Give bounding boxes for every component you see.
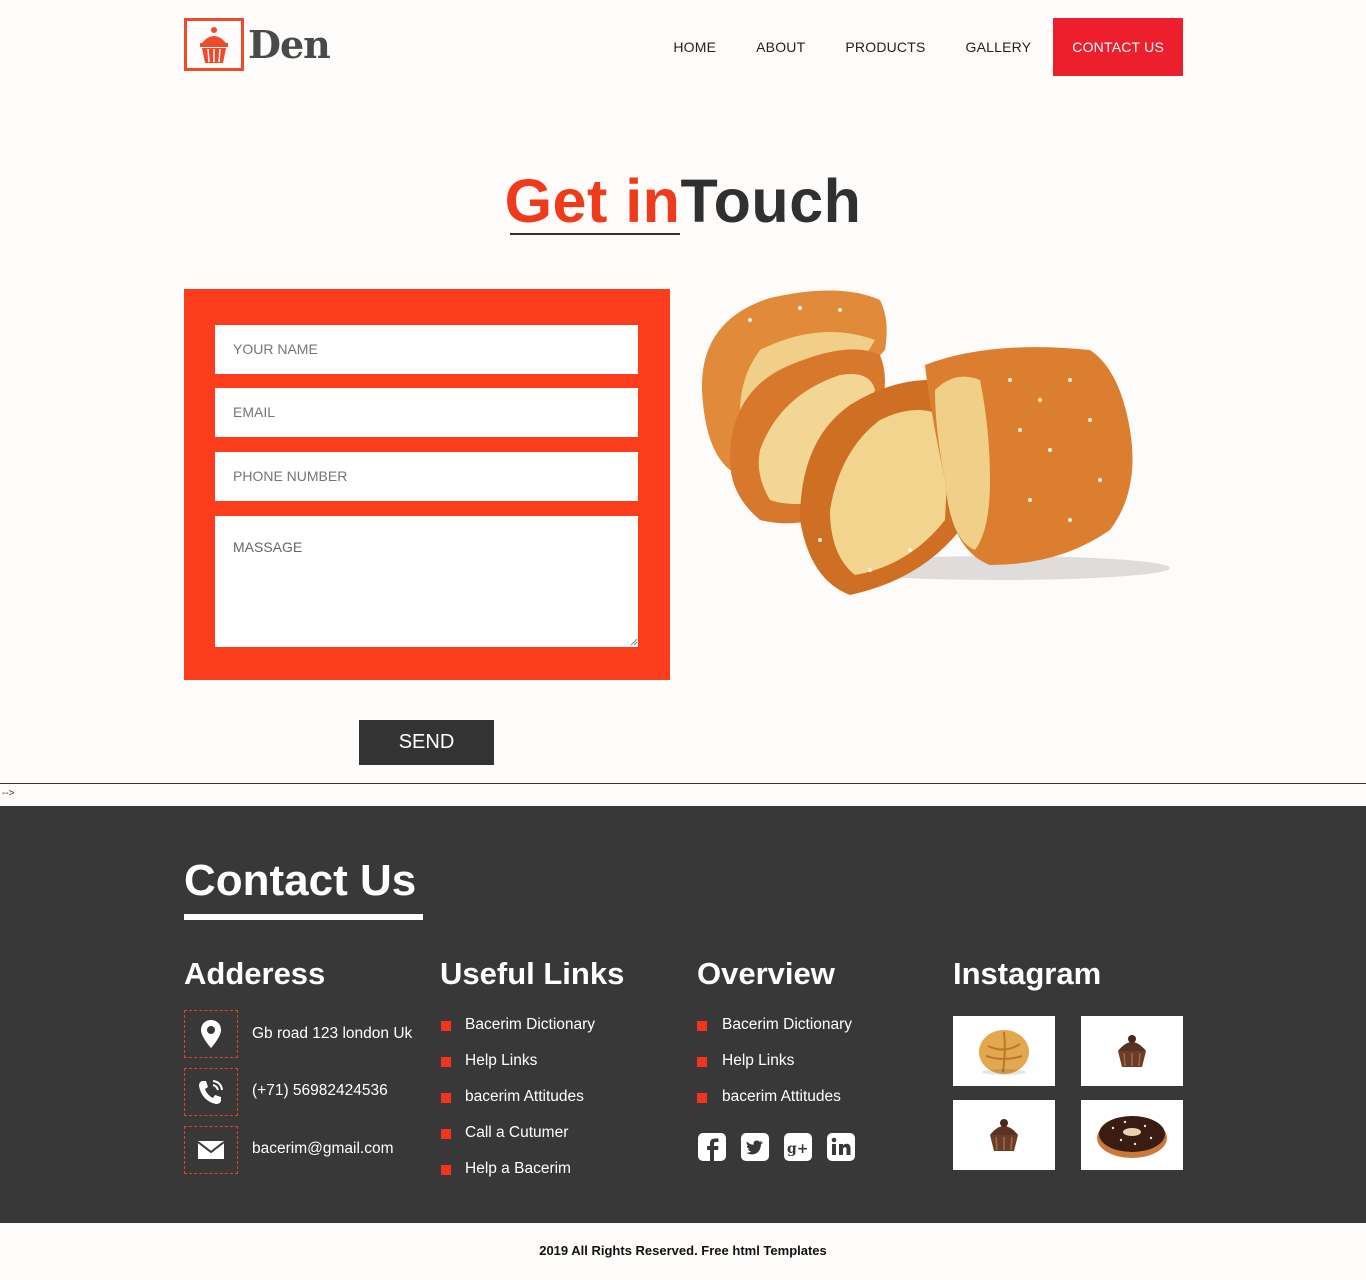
bullet-icon [441,1093,451,1103]
stray-text: --> [2,788,15,799]
bread-image [701,290,1170,595]
name-input[interactable] [215,325,638,374]
message-textarea[interactable]: MASSAGE [215,516,638,647]
bullet-icon [697,1093,707,1103]
divider [0,783,1366,784]
footer-title: Contact Us [184,856,417,905]
title-underline [510,233,680,235]
phone-text: (+71) 56982424536 [252,1082,388,1099]
nav-gallery[interactable]: GALLERY [966,39,1032,55]
address-heading: Adderess [184,956,326,991]
bullet-icon [441,1021,451,1031]
nav-about[interactable]: ABOUT [756,39,805,55]
useful-link[interactable]: Help a Bacerim [465,1160,571,1178]
linkedin-icon[interactable] [826,1132,856,1162]
resize-handle-icon[interactable] [630,638,638,646]
email-input[interactable] [215,388,638,437]
address-text: Gb road 123 london Uk [252,1025,413,1042]
instagram-thumb-bread-roll[interactable] [953,1016,1055,1086]
useful-links-heading: Useful Links [440,956,625,991]
overview-link[interactable]: Help Links [722,1052,794,1070]
title-rest: Touch [680,167,862,235]
nav-home[interactable]: HOME [673,39,716,55]
main-nav: HOME ABOUT PRODUCTS GALLERY CONTACT US [633,18,1183,76]
nav-products[interactable]: PRODUCTS [845,39,925,55]
bullet-icon [697,1057,707,1067]
twitter-icon[interactable] [740,1132,770,1162]
instagram-thumb-cupcake[interactable] [953,1100,1055,1170]
instagram-heading: Instagram [953,956,1102,991]
useful-link[interactable]: Call a Cutumer [465,1124,568,1142]
instagram-thumb-cupcake[interactable] [1081,1016,1183,1086]
bullet-icon [441,1057,451,1067]
cupcake-icon [184,18,244,71]
bullet-icon [441,1129,451,1139]
nav-contact-us[interactable]: CONTACT US [1053,18,1183,76]
send-button[interactable]: SEND [359,720,494,765]
logo[interactable]: Den [184,18,331,71]
footer: Contact Us Adderess Gb road 123 london U… [0,806,1366,1223]
svg-text:g+: g+ [787,1141,809,1157]
useful-link[interactable]: bacerim Attitudes [465,1088,584,1106]
title-highlight: Get in [504,167,681,235]
instagram-thumb-donut[interactable] [1081,1100,1183,1170]
facebook-icon[interactable] [697,1132,727,1162]
contact-form: MASSAGE [184,289,670,680]
page-title: Get inTouch [0,166,1366,236]
footer-title-underline [184,914,423,920]
bullet-icon [697,1021,707,1031]
bullet-icon [441,1165,451,1175]
phone-icon [184,1068,238,1116]
overview-link[interactable]: Bacerim Dictionary [722,1016,852,1034]
overview-heading: Overview [697,956,835,991]
phone-input[interactable] [215,452,638,501]
email-text[interactable]: bacerim@gmail.com [252,1140,394,1158]
useful-link[interactable]: Bacerim Dictionary [465,1016,595,1034]
envelope-icon [184,1126,238,1174]
overview-link[interactable]: bacerim Attitudes [722,1088,841,1106]
useful-link[interactable]: Help Links [465,1052,537,1070]
google-plus-icon[interactable]: g+ [783,1132,813,1162]
copyright: 2019 All Rights Reserved. Free html Temp… [539,1243,827,1258]
location-pin-icon [184,1010,238,1058]
header: Den HOME ABOUT PRODUCTS GALLERY CONTACT … [0,0,1366,100]
logo-text: Den [248,22,331,67]
